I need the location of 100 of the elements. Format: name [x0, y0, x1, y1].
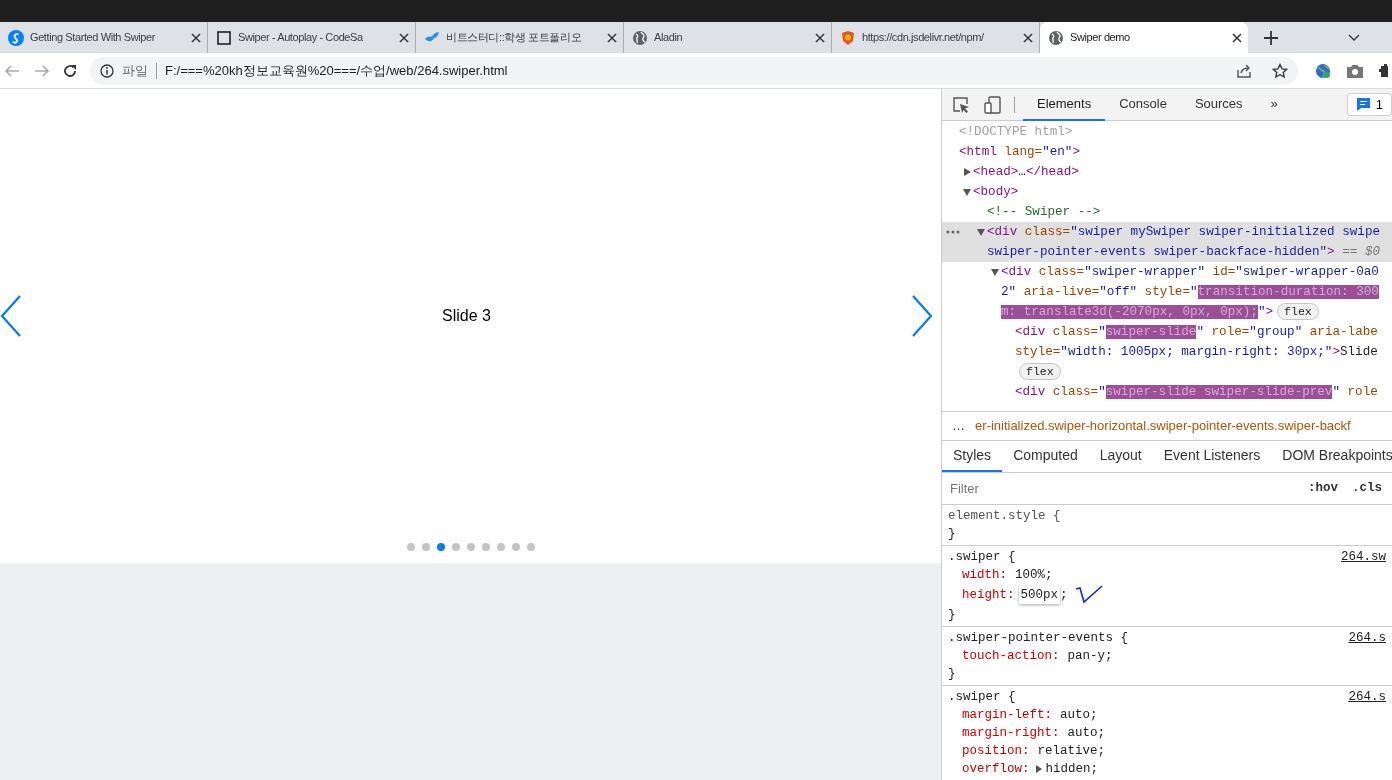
shield-icon: [840, 29, 856, 46]
expanded-triangle-icon[interactable]: [991, 269, 999, 276]
puzzle-icon[interactable]: [1378, 62, 1388, 79]
expanded-triangle-icon[interactable]: [963, 189, 971, 196]
styles-tab[interactable]: Computed: [1002, 441, 1089, 472]
property-name[interactable]: overflow:: [962, 760, 1030, 778]
markup-line: <div class="swiper mySwiper swiper-initialized swipe: [987, 224, 1380, 241]
expand-triangle-icon[interactable]: [1035, 765, 1042, 773]
pagination-dot[interactable]: [406, 543, 415, 551]
more-tabs-button[interactable]: »: [1256, 89, 1292, 121]
source-link[interactable]: 264.sw: [1341, 548, 1386, 566]
info-icon[interactable]: [100, 63, 114, 78]
markup-line: flex: [1015, 362, 1378, 382]
camera-icon[interactable]: [1346, 62, 1364, 79]
dom-node[interactable]: <body>: [961, 182, 1392, 202]
collapsed-triangle-icon[interactable]: [963, 168, 971, 176]
pagination-dot[interactable]: [511, 543, 520, 551]
chevron-right-icon[interactable]: [911, 295, 933, 337]
source-link[interactable]: 264.s: [1348, 688, 1386, 706]
closing-brace: }: [948, 607, 957, 624]
cls-toggle[interactable]: .cls: [1350, 479, 1385, 498]
property-name[interactable]: touch-action:: [962, 647, 1060, 665]
devtools-tab[interactable]: Elements: [1023, 89, 1106, 121]
pagination-dot[interactable]: [481, 543, 490, 551]
globe-extension-icon[interactable]: [1314, 61, 1332, 80]
markup-line: <!DOCTYPE html>: [959, 124, 1073, 141]
chevron-down-icon[interactable]: [1348, 33, 1360, 42]
semicolon: ;: [1105, 648, 1113, 665]
swiper-logo-icon: [8, 29, 24, 46]
markup-line: m: translate3d(-2070px, 0px, 0px);"> flex: [1001, 302, 1379, 322]
closing-brace: }: [948, 666, 957, 683]
markup-line: <html lang="en">: [959, 144, 1080, 161]
value-edit-field[interactable]: 500px: [1018, 586, 1061, 604]
dom-node[interactable]: <div class="swiper-slide" role="group" aria-labe style="width: 1005px; margin-right: 30px;">Slide flex: [1003, 322, 1392, 382]
globe-icon: [632, 29, 648, 46]
property-name[interactable]: width:: [962, 566, 1007, 584]
dom-node[interactable]: <!-- Swiper -->: [975, 202, 1392, 222]
property-value[interactable]: auto: [1067, 724, 1098, 742]
scheme-label: 파일: [122, 61, 148, 80]
property-value[interactable]: relative: [1037, 742, 1098, 760]
property-value[interactable]: 100%: [1015, 566, 1046, 584]
breadcrumb-ellipsis[interactable]: …: [952, 416, 965, 436]
hov-toggle[interactable]: :hov: [1306, 479, 1340, 498]
dom-node[interactable]: <html lang="en">: [947, 142, 1392, 162]
close-icon[interactable]: [1023, 32, 1033, 43]
property-value[interactable]: pan-y: [1067, 647, 1106, 665]
devtools-tab[interactable]: Console: [1105, 89, 1181, 121]
property-name[interactable]: margin-left:: [962, 706, 1052, 724]
markup-line: swiper-pointer-events swiper-backface-hidden"> == $0: [987, 244, 1380, 261]
css-selector: .swiper {: [948, 549, 1016, 566]
close-icon[interactable]: [191, 32, 201, 43]
markup-line: <div class="swiper-slide swiper-slide-prev" role: [1015, 384, 1378, 401]
semicolon: ;: [1060, 587, 1068, 604]
markup-line: <!-- Swiper -->: [987, 204, 1101, 221]
semicolon: ;: [1090, 761, 1099, 778]
property-name[interactable]: height:: [962, 586, 1015, 604]
pagination-dot[interactable]: [466, 543, 475, 551]
close-icon[interactable]: [1232, 32, 1242, 43]
dom-node[interactable]: <div class="swiper-wrapper" id="swiper-wrapper-0a0 2" aria-live="off" style="transition-duration: 300 m: translate3d(-2070px, 0px, 0px);"> flex: [989, 262, 1392, 322]
reload-icon[interactable]: [62, 62, 78, 79]
more-dots-icon[interactable]: [946, 230, 960, 234]
styles-tab[interactable]: Styles: [942, 441, 1003, 472]
pagination-dot[interactable]: [526, 543, 535, 551]
markup-line: <body>: [973, 184, 1019, 201]
plus-icon[interactable]: [1264, 30, 1278, 45]
issues-button[interactable]: 1: [1346, 92, 1392, 117]
star-icon[interactable]: [1272, 62, 1288, 79]
share-icon[interactable]: [1236, 62, 1252, 79]
browser-tab[interactable]: Swiper demo: [1040, 22, 1248, 53]
pagination-dot[interactable]: [451, 543, 460, 551]
pagination-dot[interactable]: [436, 543, 445, 551]
close-icon[interactable]: [815, 32, 825, 43]
styles-tab[interactable]: DOM Breakpoints: [1271, 441, 1392, 472]
source-link[interactable]: 264.s: [1348, 629, 1386, 647]
semicolon: ;: [1045, 567, 1053, 584]
property-value[interactable]: hidden: [1045, 760, 1091, 778]
close-icon[interactable]: [607, 32, 617, 43]
dom-node[interactable]: <head>…</head>: [961, 162, 1392, 182]
css-selector: .swiper {: [948, 689, 1016, 706]
pagination-dot[interactable]: [496, 543, 505, 551]
closing-brace: }: [948, 526, 957, 543]
device-icon[interactable]: [984, 95, 1002, 114]
styles-tab[interactable]: Layout: [1088, 441, 1153, 472]
chat-icon: [1355, 97, 1371, 112]
css-selector: .swiper-pointer-events {: [948, 630, 1129, 647]
chevron-left-icon[interactable]: [0, 295, 22, 337]
globe-icon: [1048, 29, 1064, 46]
property-name[interactable]: position:: [962, 742, 1030, 760]
styles-tab[interactable]: Event Listeners: [1152, 441, 1272, 472]
close-icon[interactable]: [399, 32, 409, 43]
markup-line: <div class="swiper-slide" role="group" aria-labe: [1015, 324, 1378, 341]
address-bar[interactable]: 파일 F:/===%20kh정보교육원%20===/수업/web/264.swiper.html: [90, 56, 1298, 85]
property-value[interactable]: auto: [1060, 706, 1091, 724]
dom-node[interactable]: <div class="swiper-slide swiper-slide-prev" role: [1003, 382, 1392, 402]
property-name[interactable]: margin-right:: [962, 724, 1060, 742]
inspect-icon[interactable]: [952, 95, 970, 114]
devtools-tab[interactable]: Sources: [1180, 89, 1257, 121]
expanded-triangle-icon[interactable]: [977, 229, 985, 236]
breadcrumb-item[interactable]: er-initialized.swiper-horizontal.swiper-pointer-events.swiper-backf: [975, 416, 1351, 436]
pagination-dot[interactable]: [421, 543, 430, 551]
